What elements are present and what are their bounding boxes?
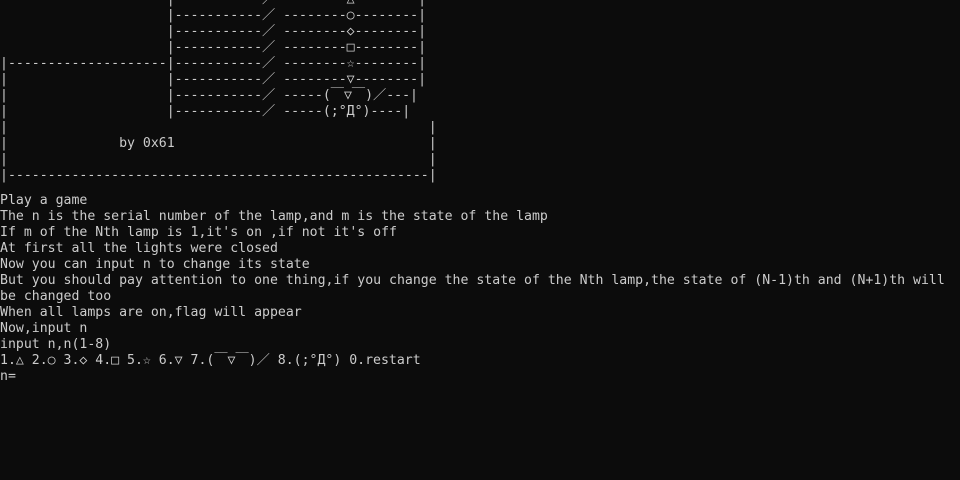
console-line: Now,input n <box>0 321 88 336</box>
console-line: Now you can input n to change its state <box>0 257 310 272</box>
banner-line: |---------------------------------------… <box>0 168 437 183</box>
console-line: At first all the lights were closed <box>0 241 278 256</box>
banner-line: |-----------／ --------□--------| <box>0 40 427 55</box>
banner-line: |-----------／ --------△--------| <box>0 0 960 8</box>
banner-line: | |-----------／ --------▽--------| <box>0 72 427 87</box>
console-line: Play a game <box>0 193 88 208</box>
banner-line: | | <box>0 120 437 135</box>
console-window[interactable]: |-----------／ --------△--------| |------… <box>0 0 960 480</box>
banner-line: |-----------／ --------○--------| <box>0 8 427 23</box>
input-prompt: n= <box>0 369 16 384</box>
console-output: Play a game The n is the serial number of… <box>0 193 956 385</box>
ascii-banner: |-----------／ --------△--------| |------… <box>0 0 960 184</box>
banner-line: |--------------------|-----------／ -----… <box>0 56 427 71</box>
banner-line: | | <box>0 152 437 167</box>
text-cursor[interactable] <box>16 369 24 385</box>
banner-line: | |-----------／ -----(;°Д°)----| <box>0 104 411 119</box>
banner-line: | by 0x61 | <box>0 136 437 151</box>
console-line: But you should pay attention to one thin… <box>0 273 953 304</box>
input-prompt-row[interactable]: n= <box>0 369 956 385</box>
console-line: The n is the serial number of the lamp,a… <box>0 209 548 224</box>
console-line: input n,n(1-8) <box>0 337 112 352</box>
banner-line: | |-----------／ -----(￣▽￣)／---| <box>0 88 418 103</box>
console-line: If m of the Nth lamp is 1,it's on ,if no… <box>0 225 397 240</box>
console-line: When all lamps are on,flag will appear <box>0 305 302 320</box>
console-line: 1.△ 2.○ 3.◇ 4.□ 5.☆ 6.▽ 7.(￣▽￣)／ 8.(;°Д°… <box>0 353 421 368</box>
banner-line: |-----------／ --------◇--------| <box>0 24 427 39</box>
